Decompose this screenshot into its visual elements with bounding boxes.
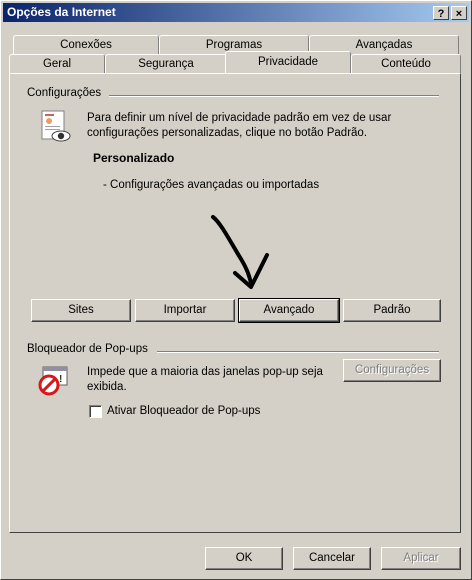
close-icon: × bbox=[455, 8, 463, 20]
tab-privacidade[interactable]: Privacidade bbox=[225, 51, 351, 73]
internet-options-dialog: Opções da Internet ? × Conexões Programa… bbox=[0, 0, 472, 580]
ok-button[interactable]: OK bbox=[205, 547, 283, 570]
privacy-tab-panel bbox=[9, 73, 461, 533]
tab-seguranca[interactable]: Segurança bbox=[105, 54, 227, 73]
help-button[interactable]: ? bbox=[433, 6, 449, 20]
apply-button[interactable]: Aplicar bbox=[381, 547, 461, 570]
cancel-button[interactable]: Cancelar bbox=[293, 547, 371, 570]
close-button[interactable]: × bbox=[451, 6, 467, 20]
tab-conexoes[interactable]: Conexões bbox=[13, 35, 159, 54]
tab-conteudo[interactable]: Conteúdo bbox=[351, 54, 461, 73]
tab-geral[interactable]: Geral bbox=[9, 54, 105, 73]
window-title: Opções da Internet bbox=[7, 5, 116, 19]
title-bar[interactable]: Opções da Internet ? × bbox=[3, 3, 469, 22]
